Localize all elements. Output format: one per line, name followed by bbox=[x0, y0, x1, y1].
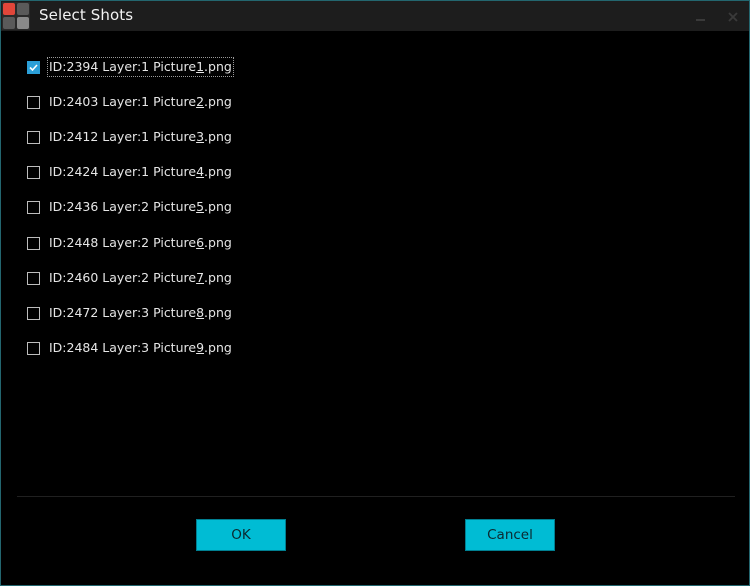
title-bar[interactable]: Select Shots bbox=[1, 1, 749, 31]
shot-item[interactable]: ID:2412 Layer:1 Picture3.png bbox=[27, 127, 234, 147]
shot-label: ID:2394 Layer:1 Picture1.png bbox=[47, 57, 234, 77]
shot-item[interactable]: ID:2424 Layer:1 Picture4.png bbox=[27, 162, 234, 182]
shot-label-text: ID:2460 Layer:2 Picture bbox=[49, 270, 197, 285]
shot-label-text: ID:2412 Layer:1 Picture bbox=[49, 129, 197, 144]
shot-label-mnemonic: 8 bbox=[196, 305, 205, 320]
shot-item[interactable]: ID:2394 Layer:1 Picture1.png bbox=[27, 57, 234, 77]
shot-label-extension: .png bbox=[204, 340, 232, 355]
shot-checkbox[interactable] bbox=[27, 200, 40, 214]
shot-label-mnemonic: 6 bbox=[196, 235, 205, 250]
shot-label-text: ID:2448 Layer:2 Picture bbox=[49, 235, 197, 250]
shot-label-extension: .png bbox=[204, 94, 232, 109]
shot-item[interactable]: ID:2460 Layer:2 Picture7.png bbox=[27, 268, 234, 288]
shot-label-text: ID:2424 Layer:1 Picture bbox=[49, 164, 197, 179]
shot-checkbox[interactable] bbox=[27, 130, 40, 144]
close-icon bbox=[728, 12, 738, 22]
shot-item[interactable]: ID:2484 Layer:3 Picture9.png bbox=[27, 338, 234, 358]
shot-checkbox[interactable] bbox=[27, 271, 40, 285]
shot-label: ID:2403 Layer:1 Picture2.png bbox=[47, 92, 234, 112]
shot-label-text: ID:2472 Layer:3 Picture bbox=[49, 305, 197, 320]
shot-label: ID:2448 Layer:2 Picture6.png bbox=[47, 233, 234, 253]
shot-checkbox[interactable] bbox=[27, 306, 40, 320]
minimize-button[interactable] bbox=[691, 7, 711, 27]
shot-label: ID:2412 Layer:1 Picture3.png bbox=[47, 127, 234, 147]
shot-checkbox[interactable] bbox=[27, 341, 40, 355]
shot-item[interactable]: ID:2472 Layer:3 Picture8.png bbox=[27, 303, 234, 323]
shot-label: ID:2436 Layer:2 Picture5.png bbox=[47, 197, 234, 217]
shot-label-mnemonic: 3 bbox=[196, 129, 205, 144]
shot-label-mnemonic: 7 bbox=[196, 270, 205, 285]
shot-item[interactable]: ID:2403 Layer:1 Picture2.png bbox=[27, 92, 234, 112]
shot-label: ID:2472 Layer:3 Picture8.png bbox=[47, 303, 234, 323]
shot-label-mnemonic: 5 bbox=[196, 199, 205, 214]
shot-label-text: ID:2436 Layer:2 Picture bbox=[49, 199, 197, 214]
minimize-icon bbox=[696, 19, 705, 21]
select-shots-dialog: Select Shots ID:2394 Layer:1 Picture1.pn… bbox=[0, 0, 750, 586]
ok-button[interactable]: OK bbox=[196, 519, 286, 551]
shot-label-extension: .png bbox=[204, 270, 232, 285]
shot-label: ID:2484 Layer:3 Picture9.png bbox=[47, 338, 234, 358]
shot-label-text: ID:2484 Layer:3 Picture bbox=[49, 340, 197, 355]
window-title: Select Shots bbox=[39, 6, 134, 24]
checkmark-icon bbox=[28, 61, 39, 73]
shot-label: ID:2460 Layer:2 Picture7.png bbox=[47, 268, 234, 288]
shot-label-mnemonic: 2 bbox=[196, 94, 205, 109]
shot-checkbox[interactable] bbox=[27, 60, 40, 74]
shot-label-extension: .png bbox=[204, 235, 232, 250]
shot-label-extension: .png bbox=[204, 59, 232, 74]
shot-label-extension: .png bbox=[204, 305, 232, 320]
shot-label-mnemonic: 1 bbox=[196, 59, 205, 74]
shot-label-extension: .png bbox=[204, 129, 232, 144]
shot-checkbox[interactable] bbox=[27, 95, 40, 109]
close-button[interactable] bbox=[723, 7, 743, 27]
shot-label-extension: .png bbox=[204, 199, 232, 214]
shot-label-extension: .png bbox=[204, 164, 232, 179]
cancel-button[interactable]: Cancel bbox=[465, 519, 555, 551]
shot-checkbox[interactable] bbox=[27, 236, 40, 250]
shot-item[interactable]: ID:2436 Layer:2 Picture5.png bbox=[27, 197, 234, 217]
shot-label: ID:2424 Layer:1 Picture4.png bbox=[47, 162, 234, 182]
shot-label-text: ID:2403 Layer:1 Picture bbox=[49, 94, 197, 109]
shot-checkbox[interactable] bbox=[27, 165, 40, 179]
shot-label-mnemonic: 4 bbox=[196, 164, 205, 179]
app-logo-icon bbox=[2, 2, 30, 30]
shot-label-text: ID:2394 Layer:1 Picture bbox=[49, 59, 197, 74]
shot-item[interactable]: ID:2448 Layer:2 Picture6.png bbox=[27, 233, 234, 253]
footer-divider bbox=[17, 496, 735, 497]
shot-label-mnemonic: 9 bbox=[196, 340, 205, 355]
